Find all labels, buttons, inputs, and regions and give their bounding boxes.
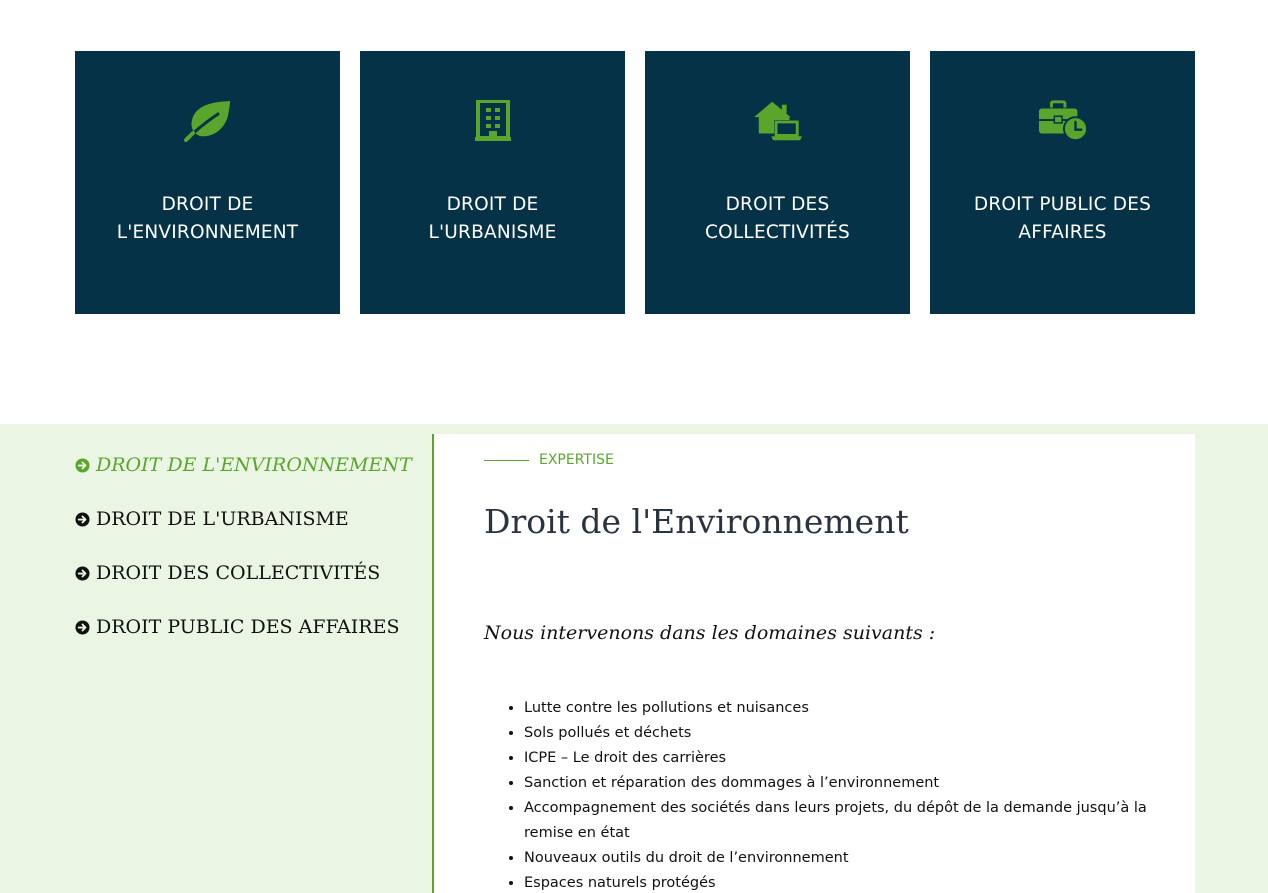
- card-title-line: DROIT DE: [446, 194, 539, 215]
- building-icon: [468, 100, 518, 142]
- card-title-line: L'ENVIRONNEMENT: [116, 222, 299, 243]
- card-title-line: COLLECTIVITÉS: [705, 222, 850, 243]
- list-item: Sanction et réparation des dommages à l’…: [524, 771, 1164, 796]
- section-eyebrow: EXPERTISE: [484, 452, 614, 468]
- page-title: Droit de l'Environnement: [484, 502, 909, 541]
- side-nav-label: DROIT DE L'ENVIRONNEMENT: [96, 454, 412, 476]
- house-laptop-icon: [753, 100, 803, 142]
- eyebrow-line: [484, 459, 529, 461]
- side-nav-item-environnement[interactable]: DROIT DE L'ENVIRONNEMENT: [75, 454, 415, 476]
- arrow-circle-right-icon: [75, 511, 90, 527]
- content-panel: EXPERTISE Droit de l'Environnement Nous …: [434, 434, 1195, 893]
- side-nav-item-collectivites[interactable]: DROIT DES COLLECTIVITÉS: [75, 562, 415, 584]
- card-title: DROIT DE L'URBANISME: [383, 191, 603, 247]
- side-nav: DROIT DE L'ENVIRONNEMENT DROIT DE L'URBA…: [75, 454, 415, 670]
- card-title-line: AFFAIRES: [1018, 222, 1107, 243]
- eyebrow-label: EXPERTISE: [539, 452, 614, 468]
- card-droit-public-affaires[interactable]: DROIT PUBLIC DES AFFAIRES: [930, 51, 1195, 314]
- card-title-line: DROIT PUBLIC DES: [973, 194, 1152, 215]
- side-nav-label: DROIT PUBLIC DES AFFAIRES: [96, 616, 400, 638]
- card-title: DROIT PUBLIC DES AFFAIRES: [953, 191, 1173, 247]
- arrow-circle-right-icon: [75, 565, 90, 581]
- side-nav-item-public-affaires[interactable]: DROIT PUBLIC DES AFFAIRES: [75, 616, 415, 638]
- list-item: Accompagnement des sociétés dans leurs p…: [524, 796, 1164, 846]
- card-title: DROIT DES COLLECTIVITÉS: [668, 191, 888, 247]
- list-item: ICPE – Le droit des carrières: [524, 746, 1164, 771]
- briefcase-clock-icon: [1038, 100, 1088, 142]
- card-droit-environnement[interactable]: DROIT DE L'ENVIRONNEMENT: [75, 51, 340, 314]
- side-nav-item-urbanisme[interactable]: DROIT DE L'URBANISME: [75, 508, 415, 530]
- card-title-line: DROIT DE: [161, 194, 254, 215]
- list-item: Sols pollués et déchets: [524, 721, 1164, 746]
- intro-text: Nous intervenons dans les domaines suiva…: [484, 622, 936, 644]
- card-droit-urbanisme[interactable]: DROIT DE L'URBANISME: [360, 51, 625, 314]
- card-title: DROIT DE L'ENVIRONNEMENT: [98, 191, 318, 247]
- domains-list: Lutte contre les pollutions et nuisances…: [524, 696, 1164, 893]
- expertise-section: DROIT DE L'ENVIRONNEMENT DROIT DE L'URBA…: [0, 424, 1268, 893]
- leaf-icon: [183, 100, 233, 142]
- arrow-circle-right-icon: [75, 457, 90, 473]
- expertise-cards: DROIT DE L'ENVIRONNEMENT DROIT DE L'URBA…: [75, 51, 1195, 314]
- list-item: Espaces naturels protégés: [524, 871, 1164, 893]
- side-nav-label: DROIT DE L'URBANISME: [96, 508, 349, 530]
- card-title-line: DROIT DES: [725, 194, 830, 215]
- arrow-circle-right-icon: [75, 619, 90, 635]
- card-title-line: L'URBANISME: [428, 222, 557, 243]
- list-item: Nouveaux outils du droit de l’environnem…: [524, 846, 1164, 871]
- list-item: Lutte contre les pollutions et nuisances: [524, 696, 1164, 721]
- side-nav-label: DROIT DES COLLECTIVITÉS: [96, 562, 381, 584]
- card-droit-collectivites[interactable]: DROIT DES COLLECTIVITÉS: [645, 51, 910, 314]
